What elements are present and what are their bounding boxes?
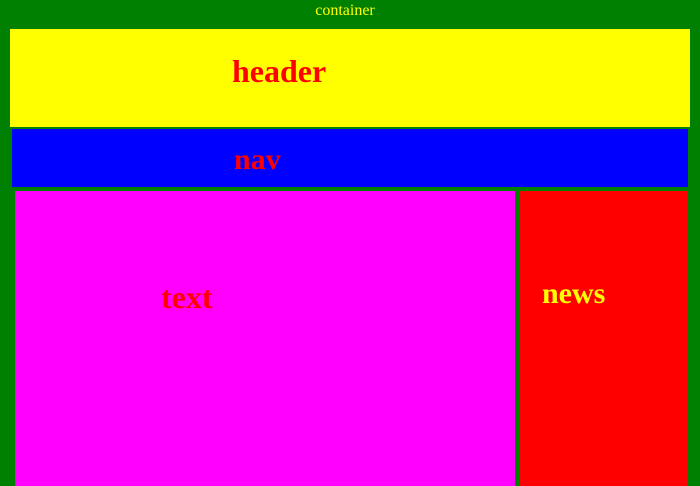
text-label: text — [161, 279, 213, 315]
nav-region: nav — [12, 129, 688, 187]
text-region: text — [15, 191, 515, 486]
page: { "container": { "label": "container", "… — [0, 0, 700, 486]
nav-label: nav — [234, 143, 281, 176]
header-region: header — [10, 29, 690, 127]
header-label: header — [232, 53, 327, 89]
news-label: news — [542, 277, 606, 310]
container-label: container — [315, 2, 375, 19]
news-region: news — [520, 191, 688, 486]
